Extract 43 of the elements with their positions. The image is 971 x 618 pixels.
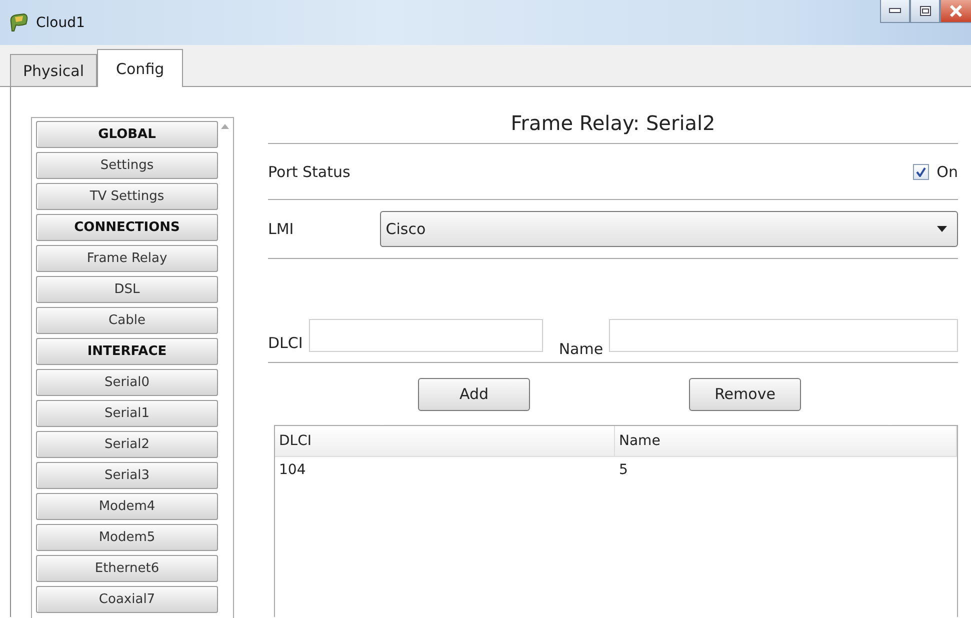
name-field[interactable] bbox=[609, 319, 958, 352]
window-title: Cloud1 bbox=[36, 14, 85, 30]
section-header-button[interactable]: INTERFACE bbox=[36, 338, 218, 365]
checkbox[interactable] bbox=[912, 164, 929, 180]
field-label: DLCI bbox=[268, 334, 303, 352]
sidebar-item[interactable]: Ethernet6 bbox=[36, 555, 218, 582]
sidebar-item[interactable]: Serial0 bbox=[36, 369, 218, 396]
sidebar-item[interactable]: Serial1 bbox=[36, 400, 218, 427]
panel-title: Frame Relay: Serial2 bbox=[268, 87, 958, 144]
maximize-button[interactable] bbox=[910, 0, 940, 23]
sidebar-item[interactable]: Modem5 bbox=[36, 524, 218, 551]
column-header: DLCI bbox=[275, 426, 615, 457]
sidebar-item[interactable]: Frame Relay bbox=[36, 245, 218, 272]
sidebar-item[interactable]: Serial3 bbox=[36, 462, 218, 489]
field-label: Name bbox=[558, 340, 604, 358]
sidebar-item[interactable]: Settings bbox=[36, 152, 218, 179]
section-header-button[interactable]: GLOBAL bbox=[36, 121, 218, 148]
lmi-dropdown[interactable]: Cisco bbox=[380, 211, 958, 247]
sidebar-item[interactable]: Cable bbox=[36, 307, 218, 334]
section-header-button[interactable]: CONNECTIONS bbox=[36, 214, 218, 241]
remove-button[interactable]: Remove bbox=[689, 378, 801, 410]
sidebar-item[interactable]: Modem4 bbox=[36, 493, 218, 520]
column-header: Name bbox=[615, 426, 957, 457]
table-cell-text: 5 bbox=[618, 461, 629, 480]
minimize-button[interactable] bbox=[880, 0, 910, 23]
caret-icon bbox=[937, 226, 947, 232]
tab[interactable]: Physical bbox=[10, 54, 98, 86]
close-icon bbox=[949, 5, 963, 17]
minimize-icon bbox=[889, 8, 901, 14]
sidebar-item[interactable]: Serial2 bbox=[36, 431, 218, 458]
close-button[interactable] bbox=[940, 0, 971, 23]
table-cell-text: 104 bbox=[278, 461, 307, 480]
field-label: LMI bbox=[268, 220, 294, 238]
tab[interactable]: Config bbox=[97, 49, 184, 87]
field-label: Port Status bbox=[268, 162, 350, 180]
sidebar-item[interactable]: TV Settings bbox=[36, 183, 218, 210]
checkbox-label: On bbox=[936, 162, 958, 180]
sidebar-item[interactable]: DSL bbox=[36, 276, 218, 303]
dlci-field[interactable] bbox=[308, 319, 543, 352]
sidebar-item[interactable]: Coaxial7 bbox=[36, 586, 218, 613]
cloud-device-icon bbox=[8, 12, 30, 34]
add-button[interactable]: Add bbox=[418, 378, 530, 410]
maximize-icon bbox=[920, 6, 930, 16]
